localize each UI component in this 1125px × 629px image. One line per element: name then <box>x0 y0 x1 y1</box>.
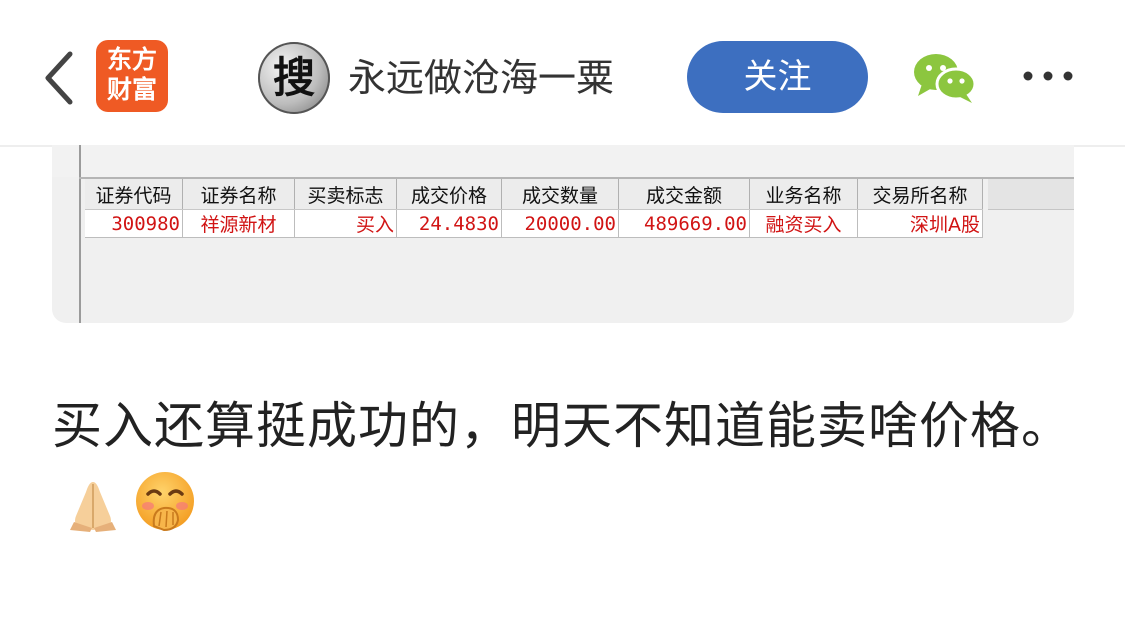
cell-side: 买入 <box>294 209 397 238</box>
col-header-price: 成交价格 <box>396 179 502 210</box>
col-header-name: 证券名称 <box>182 179 295 210</box>
more-icon <box>1023 71 1073 81</box>
screenshot-toolbar <box>52 145 1074 177</box>
cell-name: 祥源新材 <box>182 209 295 238</box>
cell-business: 融资买入 <box>749 209 858 238</box>
avatar[interactable]: 搜 <box>258 42 330 114</box>
cell-exchange: 深圳A股 <box>857 209 983 238</box>
cell-price: 24.4830 <box>396 209 502 238</box>
trade-screenshot[interactable]: 证券代码 证券名称 买卖标志 成交价格 成交数量 成交金额 业务名称 交易所名称… <box>52 145 1074 323</box>
table-header-row: 证券代码 证券名称 买卖标志 成交价格 成交数量 成交金额 业务名称 交易所名称 <box>85 179 983 210</box>
cell-amount: 489669.00 <box>618 209 750 238</box>
post-body: 买入还算挺成功的，明天不知道能卖啥价格。 <box>52 385 1082 557</box>
col-header-side: 买卖标志 <box>294 179 397 210</box>
wechat-icon <box>914 54 977 103</box>
col-header-business: 业务名称 <box>749 179 858 210</box>
col-header-code: 证券代码 <box>85 179 183 210</box>
follow-button[interactable]: 关注 <box>687 41 868 113</box>
col-header-exchange: 交易所名称 <box>857 179 983 210</box>
logo-line-2: 财富 <box>106 75 157 104</box>
folded-hands-icon <box>66 474 120 557</box>
back-icon <box>45 51 73 105</box>
col-header-quantity: 成交数量 <box>501 179 619 210</box>
post-header: 东方 财富 搜 永远做沧海一粟 关注 <box>0 0 1125 147</box>
logo-line-1: 东方 <box>106 45 157 74</box>
trade-table: 证券代码 证券名称 买卖标志 成交价格 成交数量 成交金额 业务名称 交易所名称… <box>85 179 983 238</box>
col-header-amount: 成交金额 <box>618 179 750 210</box>
back-button[interactable] <box>40 50 80 106</box>
avatar-glyph: 搜 <box>272 53 315 102</box>
post-text: 买入还算挺成功的，明天不知道能卖啥价格。 <box>52 397 1072 455</box>
table-row[interactable]: 300980 祥源新材 买入 24.4830 20000.00 489669.0… <box>85 209 983 238</box>
wechat-share-button[interactable] <box>912 50 978 106</box>
more-button[interactable] <box>1020 56 1076 96</box>
cell-code: 300980 <box>85 209 183 238</box>
pane-divider <box>79 145 81 323</box>
cell-quantity: 20000.00 <box>501 209 619 238</box>
app-logo[interactable]: 东方 财富 <box>96 40 168 112</box>
hand-over-mouth-smile-icon <box>134 470 196 557</box>
username[interactable]: 永远做沧海一粟 <box>348 50 614 106</box>
header-filler <box>988 179 1074 210</box>
